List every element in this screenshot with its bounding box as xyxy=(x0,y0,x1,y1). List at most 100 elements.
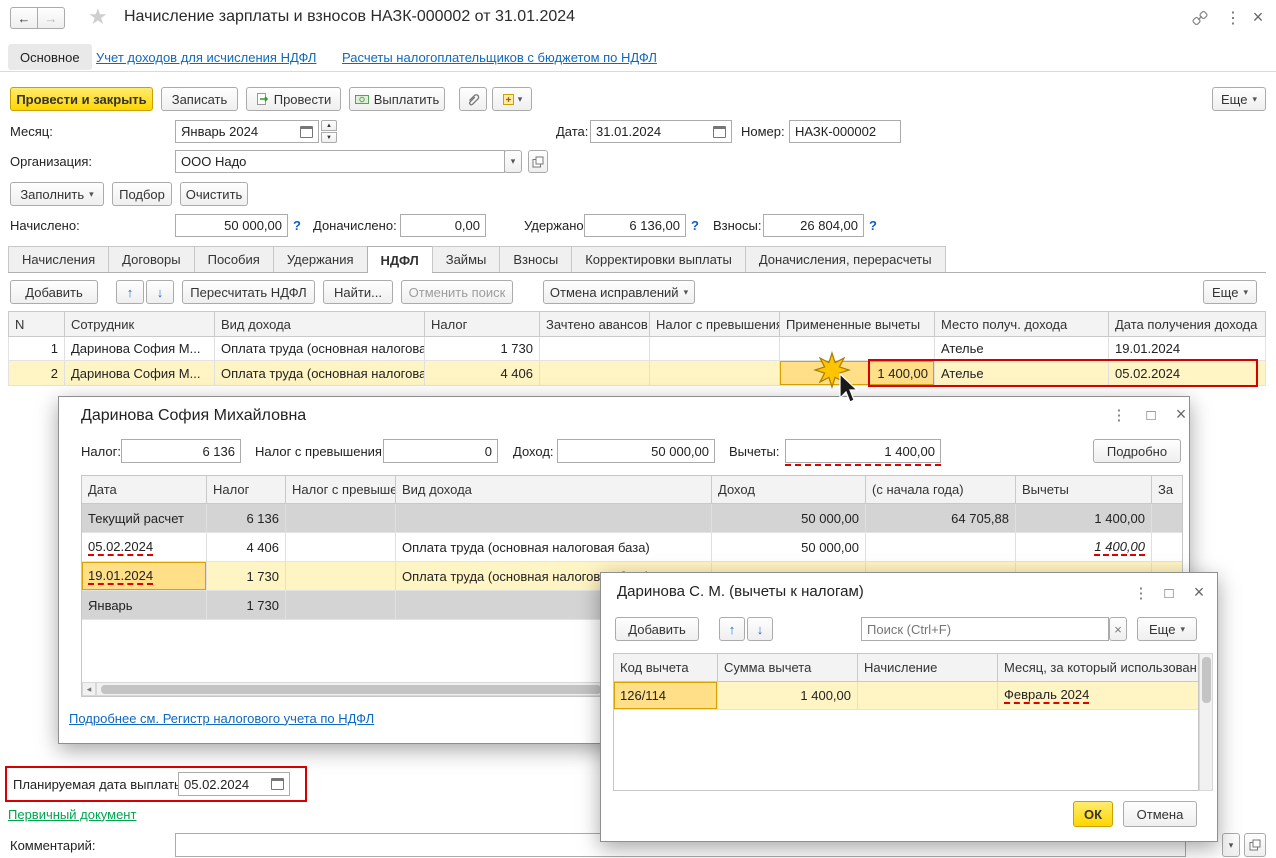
cell-tax[interactable]: 6 136 xyxy=(207,504,286,532)
month-stepper[interactable]: ▲ ▼ xyxy=(321,120,337,143)
col-deduction-amount[interactable]: Сумма вычета xyxy=(718,654,858,681)
calendar-icon[interactable] xyxy=(300,125,313,138)
tab-benefits[interactable]: Пособия xyxy=(193,246,274,272)
more-button-top[interactable]: Еще ▾ xyxy=(1212,87,1266,111)
col-excess-tax[interactable]: Налог с превышения xyxy=(650,312,780,336)
cell-deduction[interactable]: 1 400,00 xyxy=(1016,533,1152,561)
withheld-help-icon[interactable]: ? xyxy=(691,214,699,237)
move-down-button[interactable]: ↓ xyxy=(747,617,773,641)
grid-add-button[interactable]: Добавить xyxy=(10,280,98,304)
create-based-on-button[interactable]: ▾ xyxy=(492,87,532,111)
col-ytd[interactable]: (с начала года) xyxy=(866,476,1016,503)
ok-button[interactable]: ОК xyxy=(1073,801,1113,827)
recalc-ndfl-button[interactable]: Пересчитать НДФЛ xyxy=(182,280,315,304)
col-accrual[interactable]: Начисление xyxy=(858,654,998,681)
col-deductions[interactable]: Примененные вычеты xyxy=(780,312,935,336)
planned-date-input[interactable]: 05.02.2024 xyxy=(178,772,290,796)
col-deduction-month[interactable]: Месяц, за который использован xyxy=(998,654,1198,681)
pay-button[interactable]: Выплатить xyxy=(349,87,445,111)
cell-tax[interactable]: 1 730 xyxy=(207,591,286,619)
month-input[interactable]: Январь 2024 xyxy=(175,120,319,143)
ndfl-grid-row-1[interactable]: 1 Даринова София М... Оплата труда (осно… xyxy=(8,337,1266,361)
nav-link-ndfl-budget[interactable]: Расчеты налогоплательщиков с бюджетом по… xyxy=(342,48,657,66)
deductions-table-row[interactable]: 126/114 1 400,00 Февраль 2024 xyxy=(614,682,1198,710)
organization-open-button[interactable] xyxy=(528,150,548,173)
post-button[interactable]: Провести xyxy=(246,87,341,111)
cell-tax[interactable]: 1 730 xyxy=(425,337,540,360)
cell-date[interactable]: 05.02.2024 xyxy=(1109,361,1265,385)
cell-excess[interactable] xyxy=(286,562,396,590)
tab-recalculations[interactable]: Доначисления, перерасчеты xyxy=(744,246,946,272)
deduction-input[interactable]: 1 400,00 xyxy=(785,439,941,463)
nav-back-button[interactable]: ← xyxy=(10,7,38,29)
tab-ndfl[interactable]: НДФЛ xyxy=(366,246,433,273)
tab-contracts[interactable]: Договоры xyxy=(108,246,195,272)
vertical-scrollbar[interactable] xyxy=(1199,653,1213,791)
organization-dropdown-button[interactable]: ▾ xyxy=(504,150,522,173)
tab-withholdings[interactable]: Удержания xyxy=(272,246,368,272)
number-input[interactable]: НАЗК-000002 xyxy=(789,120,901,143)
cell-income[interactable]: 50 000,00 xyxy=(712,533,866,561)
cell-advance-cut[interactable] xyxy=(1152,504,1182,532)
cell-accrual[interactable] xyxy=(858,682,998,709)
spin-up-icon[interactable]: ▲ xyxy=(321,120,337,131)
responsible-open-button[interactable] xyxy=(1244,833,1266,857)
col-income-type[interactable]: Вид дохода xyxy=(396,476,712,503)
search-clear-icon[interactable]: × xyxy=(1109,617,1127,641)
cancel-button[interactable]: Отмена xyxy=(1123,801,1197,827)
ndfl-register-link[interactable]: Подробнее см. Регистр налогового учета п… xyxy=(69,709,374,727)
save-button[interactable]: Записать xyxy=(161,87,238,111)
cell-advance[interactable] xyxy=(540,361,650,385)
col-tax[interactable]: Налог xyxy=(207,476,286,503)
move-down-button[interactable]: ↓ xyxy=(146,280,174,304)
cell-advance[interactable] xyxy=(540,337,650,360)
find-button[interactable]: Найти... xyxy=(323,280,393,304)
cell-date[interactable]: 05.02.2024 xyxy=(82,533,207,561)
tax-input[interactable]: 6 136 xyxy=(121,439,241,463)
cell-date[interactable]: Текущий расчет xyxy=(82,504,207,532)
extra-accrued-input[interactable]: 0,00 xyxy=(400,214,486,237)
details-button[interactable]: Подробно xyxy=(1093,439,1181,463)
attachments-button[interactable] xyxy=(459,87,487,111)
employee-table-row-0502[interactable]: 05.02.2024 4 406 Оплата труда (основная … xyxy=(82,533,1182,562)
dialog-close-icon[interactable]: × xyxy=(1189,581,1209,603)
col-excess[interactable]: Налог с превыше... xyxy=(286,476,396,503)
col-tax[interactable]: Налог xyxy=(425,312,540,336)
deductions-more-button[interactable]: Еще ▾ xyxy=(1137,617,1197,641)
cell-advance-cut[interactable] xyxy=(1152,533,1182,561)
cell-n[interactable]: 2 xyxy=(9,361,65,385)
cell-excess[interactable] xyxy=(286,533,396,561)
withheld-input[interactable]: 6 136,00 xyxy=(584,214,686,237)
col-n[interactable]: N xyxy=(9,312,65,336)
cell-deduction-amount[interactable]: 1 400,00 xyxy=(718,682,858,709)
scrollbar-thumb[interactable] xyxy=(1202,657,1211,703)
cell-place[interactable]: Ателье xyxy=(935,337,1109,360)
clear-button[interactable]: Очистить xyxy=(180,182,248,206)
col-deductions[interactable]: Вычеты xyxy=(1016,476,1152,503)
grid-more-button[interactable]: Еще ▾ xyxy=(1203,280,1257,304)
cell-deduction-month[interactable]: Февраль 2024 xyxy=(998,682,1198,709)
window-menu-icon[interactable]: ⋮ xyxy=(1224,8,1242,28)
contributions-input[interactable]: 26 804,00 xyxy=(763,214,864,237)
cell-income-type[interactable]: Оплата труда (основная налоговая... xyxy=(215,337,425,360)
accrued-help-icon[interactable]: ? xyxy=(293,214,301,237)
get-link-icon[interactable] xyxy=(1190,8,1210,28)
tab-loans[interactable]: Займы xyxy=(431,246,501,272)
dialog-menu-icon[interactable]: ⋮ xyxy=(1131,583,1151,603)
cell-ytd[interactable]: 64 705,88 xyxy=(866,504,1016,532)
cell-income-type[interactable]: Оплата труда (основная налоговая... xyxy=(215,361,425,385)
cell-place[interactable]: Ателье xyxy=(935,361,1109,385)
favorite-star-icon[interactable]: ★ xyxy=(88,4,108,30)
window-close-icon[interactable]: × xyxy=(1248,6,1268,28)
cell-excess[interactable] xyxy=(286,591,396,619)
accrued-input[interactable]: 50 000,00 xyxy=(175,214,288,237)
employee-table-row-current[interactable]: Текущий расчет 6 136 50 000,00 64 705,88… xyxy=(82,504,1182,533)
cell-excess[interactable] xyxy=(650,337,780,360)
move-up-button[interactable]: ↑ xyxy=(719,617,745,641)
cell-employee[interactable]: Даринова София М... xyxy=(65,361,215,385)
tab-payment-adjustments[interactable]: Корректировки выплаты xyxy=(571,246,746,272)
cell-income-type[interactable]: Оплата труда (основная налоговая база) xyxy=(396,533,712,561)
cancel-search-button[interactable]: Отменить поиск xyxy=(401,280,513,304)
cell-income-type[interactable] xyxy=(396,504,712,532)
ndfl-grid-row-2[interactable]: 2 Даринова София М... Оплата труда (осно… xyxy=(8,361,1266,386)
